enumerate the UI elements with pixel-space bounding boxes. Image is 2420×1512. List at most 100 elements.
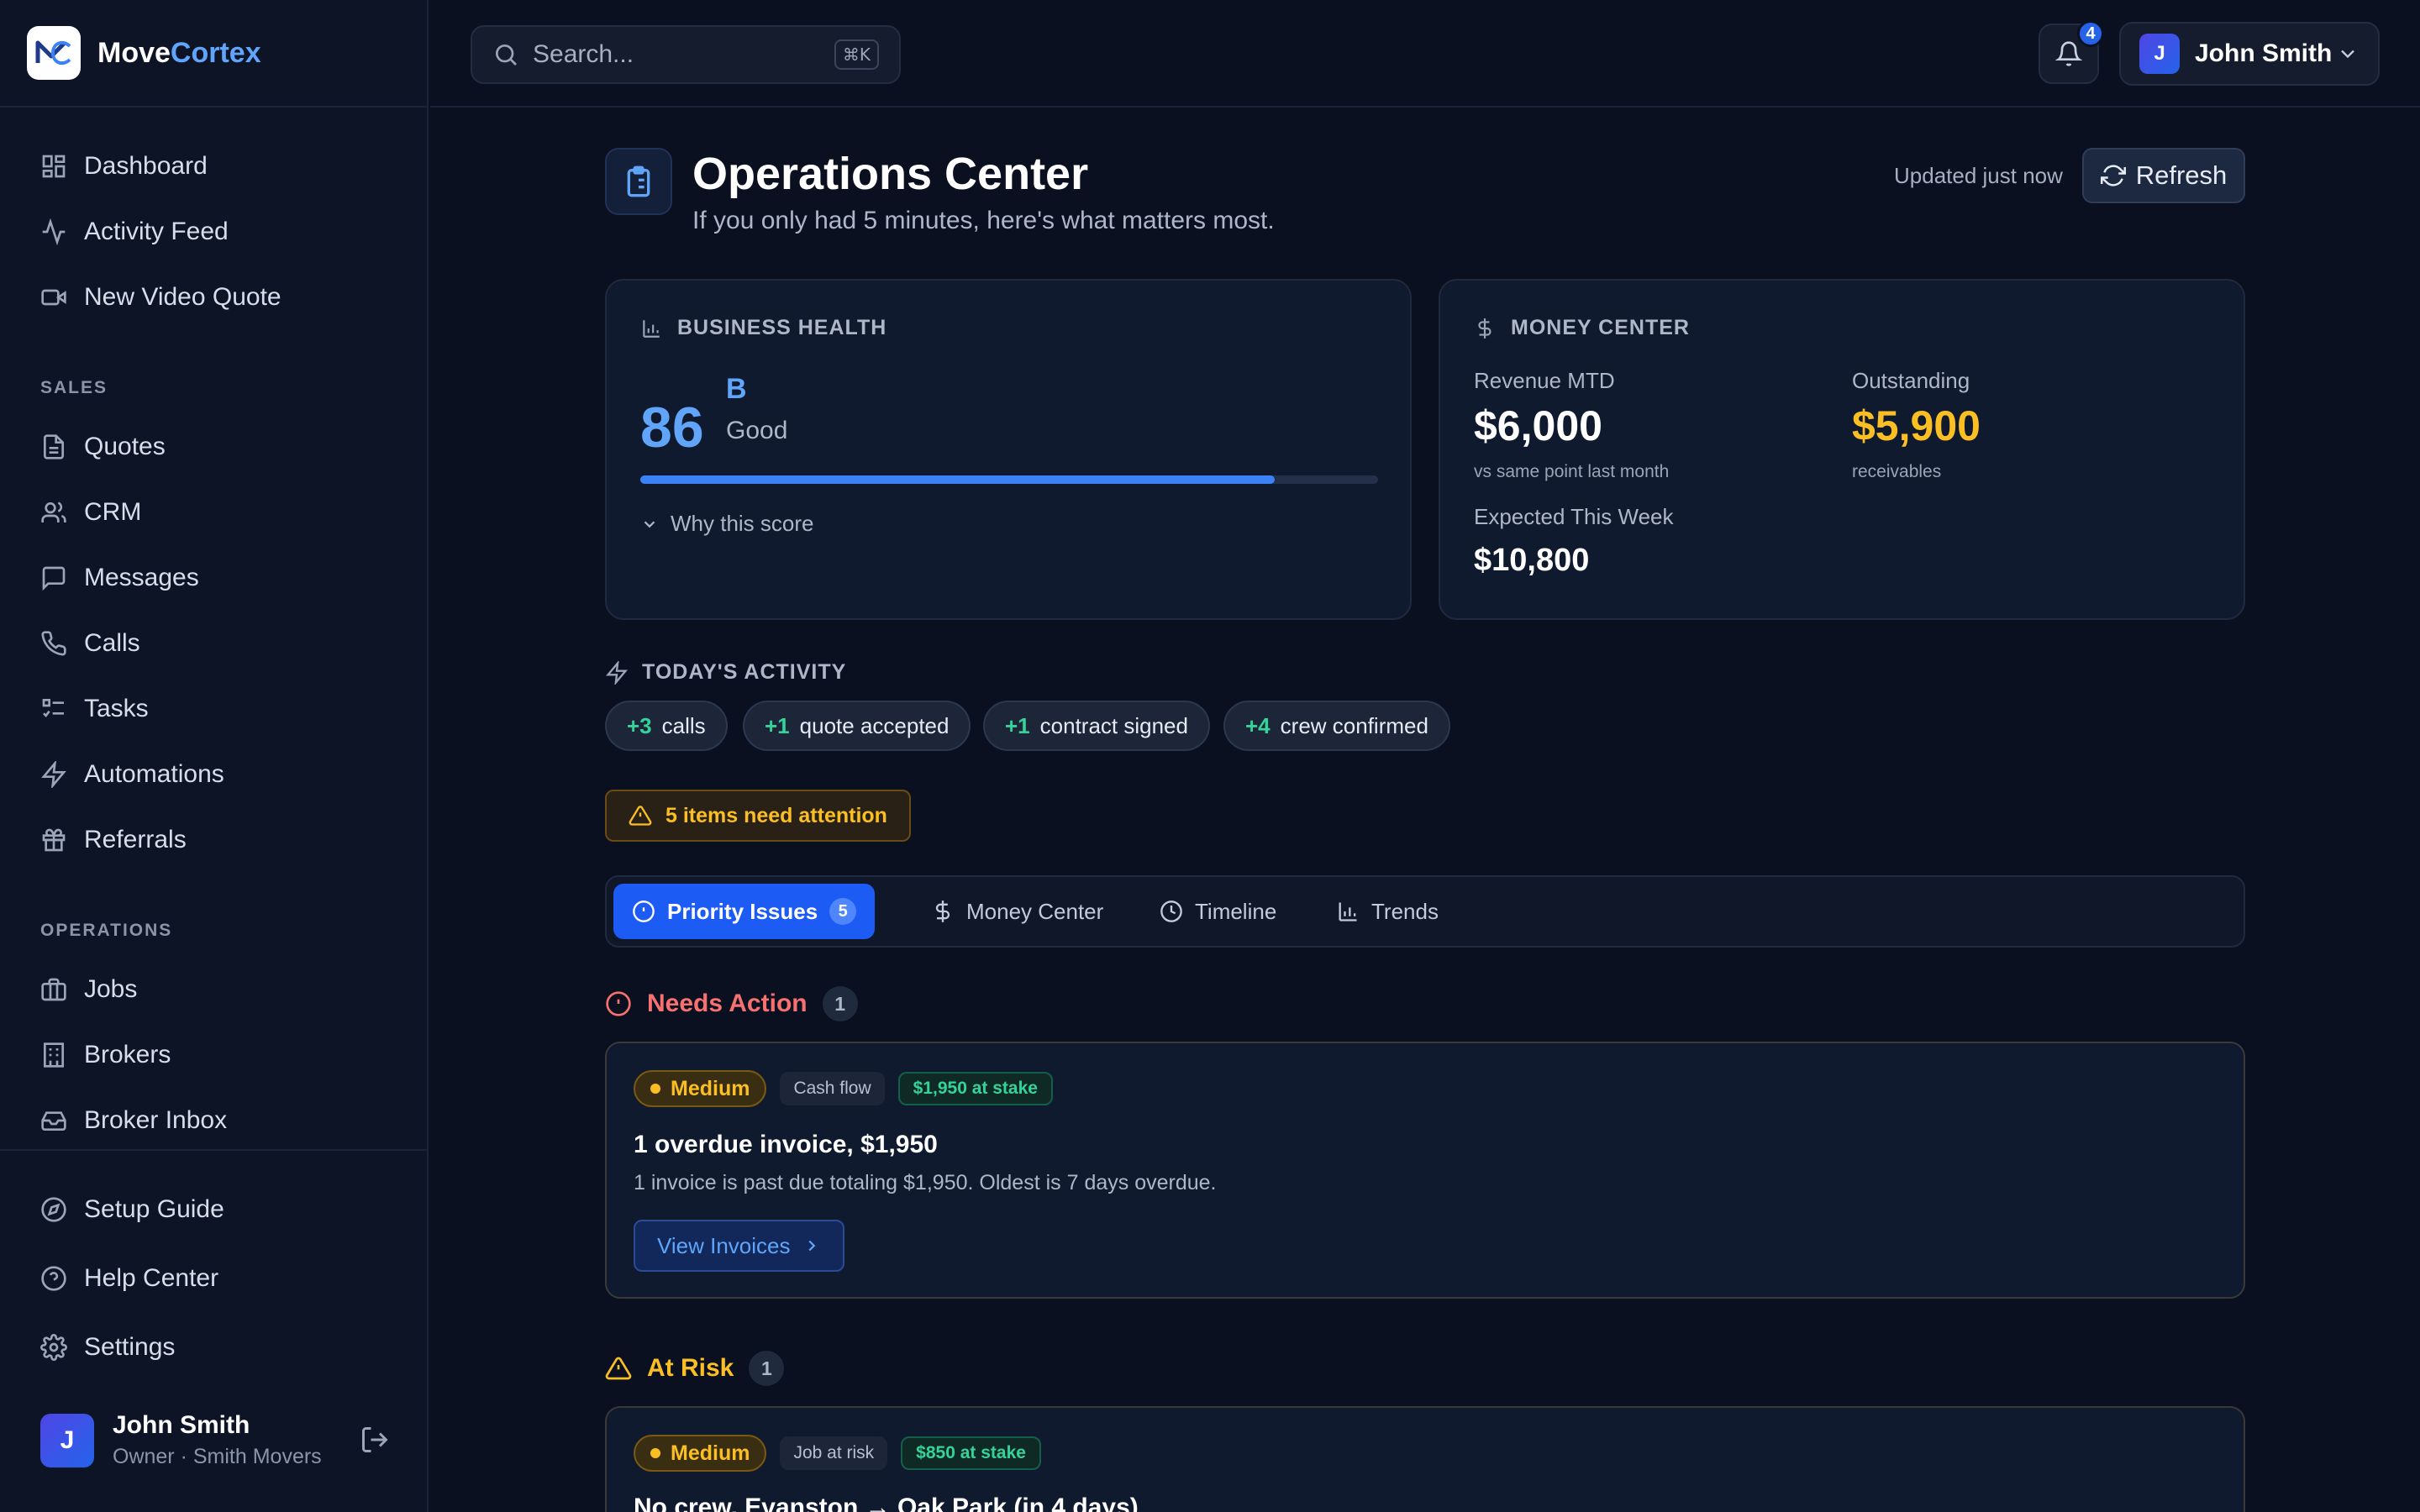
bar-chart-icon <box>640 318 662 339</box>
dashboard-icon <box>40 153 67 180</box>
activity-icon <box>40 218 67 245</box>
nav-item-brokers[interactable]: Brokers <box>40 1032 171 1079</box>
tasks-icon <box>40 696 67 722</box>
severity-label: Medium <box>671 1076 750 1100</box>
nav-item-jobs[interactable]: Jobs <box>40 966 137 1013</box>
nav-item-referrals[interactable]: Referrals <box>40 816 187 864</box>
chip-label: contract signed <box>1039 712 1188 738</box>
user-menu-name: John Smith <box>2195 39 2333 67</box>
top-bar: ⌘K 4 J John Smith <box>430 0 2420 108</box>
nav-label: Broker Inbox <box>84 1106 228 1134</box>
help-icon <box>40 1265 67 1292</box>
notifications-button[interactable]: 4 <box>2039 20 2104 84</box>
nav-section-operations: OPERATIONS <box>40 921 173 940</box>
chip-count: +4 <box>1245 712 1270 738</box>
nav-label: Activity Feed <box>84 218 229 245</box>
nav-item-messages[interactable]: Messages <box>40 554 199 601</box>
nav-label: New Video Quote <box>84 283 281 311</box>
nav-label: Jobs <box>84 975 138 1003</box>
inbox-icon <box>40 1107 67 1134</box>
nav-label: Help Center <box>84 1264 219 1292</box>
nav-item-settings[interactable]: Settings <box>40 1324 175 1371</box>
search-input[interactable] <box>533 40 818 69</box>
gift-icon <box>40 827 67 853</box>
nav-label: Brokers <box>84 1041 171 1068</box>
warning-icon <box>605 1355 632 1382</box>
category-badge: Job at risk <box>780 1436 888 1470</box>
brand-name: MoveCortex <box>97 37 261 70</box>
gear-icon <box>40 1334 67 1361</box>
tab-bar: Priority Issues 5 Money Center Timeline … <box>605 875 2245 948</box>
severity-badge: Medium <box>634 1435 767 1472</box>
health-grade-label: Good <box>726 417 788 444</box>
why-this-score-toggle[interactable]: Why this score <box>640 511 814 537</box>
nav-label: Tasks <box>84 695 149 722</box>
refresh-button[interactable]: Refresh <box>2082 148 2245 203</box>
issue-badges: Medium Cash flow $1,950 at stake <box>634 1070 1053 1107</box>
nav-item-setup-guide[interactable]: Setup Guide <box>40 1186 224 1233</box>
outstanding-value: $5,900 <box>1852 402 1981 449</box>
tab-money-center[interactable]: Money Center <box>913 884 1122 939</box>
needs-action-title: Needs Action <box>647 990 808 1017</box>
chip-label: quote accepted <box>799 712 950 738</box>
at-risk-count: 1 <box>749 1351 785 1386</box>
health-score-bar <box>640 475 1378 484</box>
logout-icon[interactable] <box>360 1425 390 1455</box>
nav-item-activity-feed[interactable]: Activity Feed <box>40 208 229 255</box>
nav-label: Settings <box>84 1333 176 1361</box>
view-invoices-label: View Invoices <box>657 1232 791 1258</box>
tab-priority-issues[interactable]: Priority Issues 5 <box>613 884 876 939</box>
view-invoices-button[interactable]: View Invoices <box>634 1220 844 1272</box>
brand[interactable]: MoveCortex <box>0 0 427 108</box>
attention-badge[interactable]: 5 items need attention <box>605 790 911 842</box>
sidebar-divider <box>0 1149 429 1151</box>
search-box[interactable]: ⌘K <box>471 25 901 84</box>
nav-section-sales: SALES <box>40 378 108 397</box>
outstanding-label: Outstanding <box>1852 368 1970 393</box>
sidebar-user[interactable]: J John Smith Owner · Smith Movers <box>40 1411 322 1469</box>
activity-chip-quote-accepted: +1 quote accepted <box>743 701 971 751</box>
at-risk-title: At Risk <box>647 1354 734 1382</box>
business-health-card: BUSINESS HEALTH <box>605 279 1412 620</box>
chevron-down-icon <box>2336 42 2360 66</box>
issue-badges: Medium Job at risk $850 at stake <box>634 1435 1041 1472</box>
alert-circle-icon <box>605 990 632 1017</box>
nav-item-tasks[interactable]: Tasks <box>40 685 149 732</box>
activity-chip-crew-confirmed: +4 crew confirmed <box>1223 701 1450 751</box>
clock-icon <box>1160 900 1183 923</box>
revenue-mtd-sub: vs same point last month <box>1474 462 1670 481</box>
issue-title: No crew, Evanston → Oak Park (in 4 days) <box>634 1494 1139 1512</box>
nav-item-crm[interactable]: CRM <box>40 489 141 536</box>
issue-card-overdue-invoice: Medium Cash flow $1,950 at stake 1 overd… <box>605 1042 2245 1299</box>
money-center-title: MONEY CENTER <box>1511 316 1690 339</box>
sidebar-user-role: Owner · Smith Movers <box>113 1445 322 1469</box>
nav-label: CRM <box>84 498 142 526</box>
sidebar-user-info: John Smith Owner · Smith Movers <box>113 1411 322 1469</box>
nav-item-dashboard[interactable]: Dashboard <box>40 143 208 190</box>
at-risk-header: At Risk 1 <box>605 1351 785 1386</box>
tab-trends[interactable]: Trends <box>1318 884 1457 939</box>
sidebar-user-name: John Smith <box>113 1411 250 1439</box>
nav-item-broker-inbox[interactable]: Broker Inbox <box>40 1097 227 1144</box>
briefcase-icon <box>40 976 67 1003</box>
health-score-fill <box>640 475 1276 484</box>
page-subtitle: If you only had 5 minutes, here's what m… <box>692 207 1275 234</box>
phone-icon <box>40 630 67 657</box>
tab-timeline[interactable]: Timeline <box>1141 884 1295 939</box>
user-menu-button[interactable]: J John Smith <box>2119 22 2380 86</box>
nav-item-calls[interactable]: Calls <box>40 620 140 667</box>
todays-activity-header: TODAY'S ACTIVITY <box>605 660 846 685</box>
refresh-label: Refresh <box>2135 160 2228 190</box>
revenue-mtd-label: Revenue MTD <box>1474 368 1615 393</box>
chevron-right-icon <box>802 1236 821 1255</box>
nav-item-help-center[interactable]: Help Center <box>40 1255 218 1302</box>
brand-name-accent: Cortex <box>170 36 261 69</box>
tab-label: Priority Issues <box>667 898 818 924</box>
nav-item-automations[interactable]: Automations <box>40 751 224 798</box>
nav-label: Automations <box>84 760 224 788</box>
page-title: Operations Center <box>692 149 1089 199</box>
lightning-icon <box>40 761 67 788</box>
refresh-icon <box>2100 163 2126 188</box>
nav-item-quotes[interactable]: Quotes <box>40 423 166 470</box>
nav-item-new-video-quote[interactable]: New Video Quote <box>40 274 281 321</box>
